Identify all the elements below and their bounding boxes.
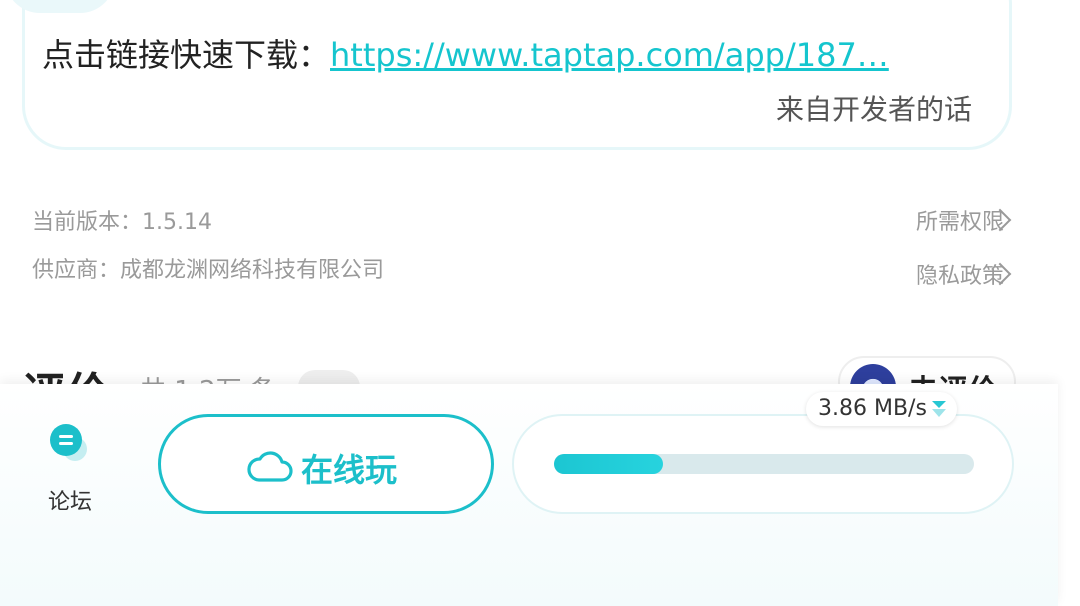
developer-note-source: 来自开发者的话 bbox=[775, 93, 972, 126]
download-progress-track bbox=[554, 454, 974, 474]
download-link-line: 点击链接快速下载：https://www.taptap.com/app/187… bbox=[42, 30, 889, 76]
download-speed: 3.86 MB/s bbox=[818, 396, 927, 421]
download-progress-area[interactable] bbox=[512, 414, 1014, 514]
download-progress-fill bbox=[554, 454, 664, 474]
download-speed-badge: 3.86 MB/s bbox=[806, 392, 957, 426]
current-version: 当前版本：1.5.14 bbox=[32, 210, 212, 235]
supplier: 供应商：成都龙渊网络科技有限公司 bbox=[32, 258, 385, 283]
play-online-label: 在线玩 bbox=[301, 451, 398, 489]
forum-button[interactable]: 论坛 bbox=[30, 414, 110, 515]
cloud-icon bbox=[247, 451, 293, 482]
download-arrow-icon bbox=[931, 401, 946, 417]
forum-label: 论坛 bbox=[48, 490, 93, 515]
link-prefix: 点击链接快速下载： bbox=[42, 36, 331, 74]
download-link[interactable]: https://www.taptap.com/app/187… bbox=[330, 36, 889, 74]
play-online-button[interactable]: 在线玩 bbox=[158, 414, 494, 514]
bottom-action-bar: 论坛 在线玩 3.86 MB/s bbox=[0, 384, 1058, 606]
clipped-text-line bbox=[85, 0, 965, 7]
chat-bubble-icon bbox=[50, 424, 87, 461]
